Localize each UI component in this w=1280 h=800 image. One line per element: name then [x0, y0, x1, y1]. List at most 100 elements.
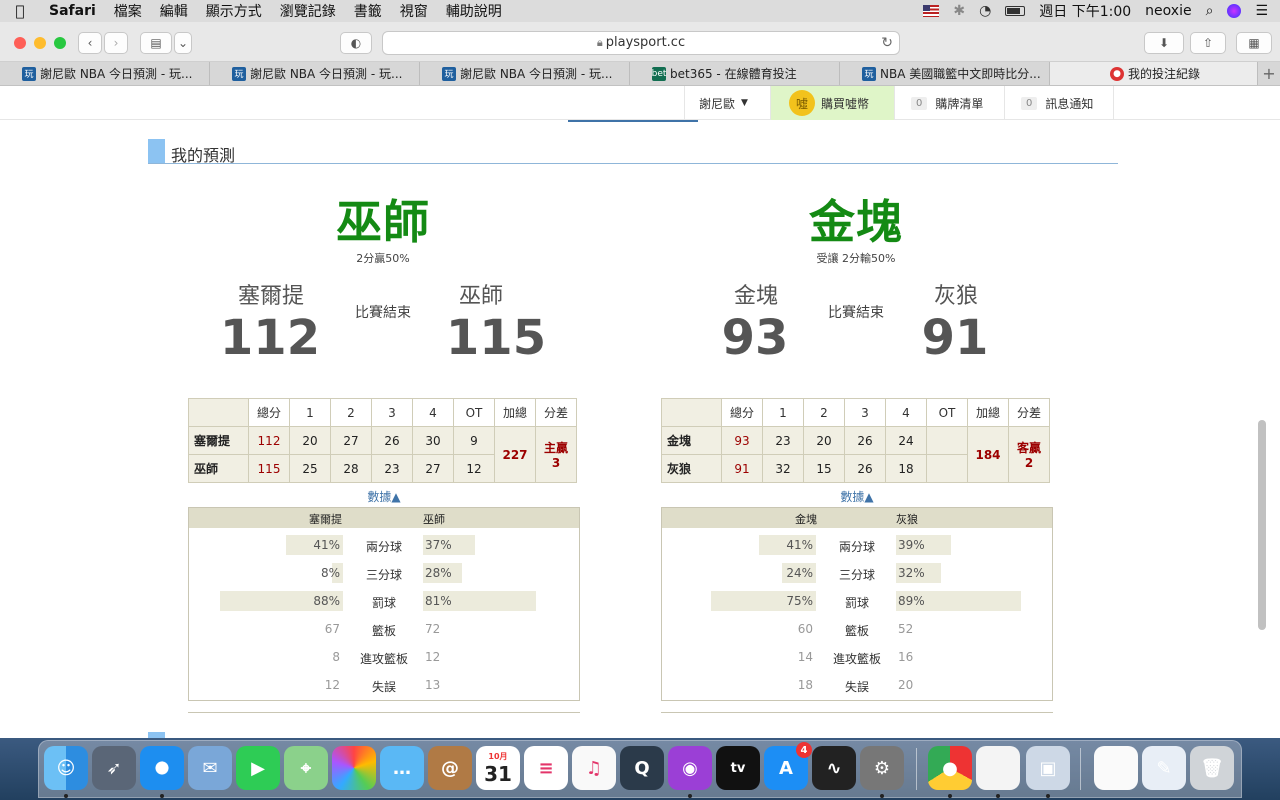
reload-icon[interactable]: ↻ — [881, 32, 893, 54]
us-flag-icon[interactable] — [923, 5, 940, 17]
stat-label: 進攻籃板 — [832, 652, 881, 666]
cart-button[interactable]: 0 購牌清單 — [894, 86, 1004, 120]
menu-app-safari[interactable]: Safari — [40, 3, 105, 19]
calendar-icon[interactable]: 10月 31 — [476, 746, 520, 790]
notifications-button[interactable]: 0 訊息通知 — [1004, 86, 1114, 120]
messages-icon[interactable]: … — [380, 746, 424, 790]
photos-icon[interactable] — [332, 746, 376, 790]
preview-icon[interactable]: ▣ — [1026, 746, 1070, 790]
row-q2: 27 — [330, 426, 372, 455]
browser-tab[interactable]: bet bet365 - 在線體育投注 — [630, 62, 840, 85]
browser-tab[interactable]: 玩謝尼歐 NBA 今日預測 - 玩... — [0, 62, 210, 85]
new-tab-button[interactable]: + — [1258, 62, 1280, 85]
user-menu[interactable]: 謝尼歐 ▼ — [684, 86, 770, 120]
stats-toggle-link[interactable]: 數據▲ — [188, 488, 580, 505]
running-indicator — [688, 794, 692, 798]
buy-coins-button[interactable]: 噓 購買噓幣 — [770, 86, 894, 120]
facetime-icon[interactable]: ▶ — [236, 746, 280, 790]
browser-tab[interactable]: 玩謝尼歐 NBA 今日預測 - 玩... — [420, 62, 630, 85]
maps-icon[interactable]: ⌖ — [284, 746, 328, 790]
stats-row: 24% 三分球 32% — [662, 563, 1052, 583]
downloads-icon[interactable]: ⬇ — [1144, 32, 1184, 54]
tab-overview-icon[interactable]: ▦ — [1236, 32, 1272, 54]
stat-right-value: 28% — [425, 566, 452, 580]
sidebar-menu-chevron-icon[interactable]: ⌄ — [174, 32, 192, 54]
menu-window[interactable]: 視窗 — [391, 1, 437, 21]
menu-history[interactable]: 瀏覽記錄 — [271, 1, 345, 21]
quicktime-icon[interactable]: Q — [620, 746, 664, 790]
browser-tab[interactable]: 玩謝尼歐 NBA 今日預測 - 玩... — [210, 62, 420, 85]
launchpad-icon[interactable]: ➶ — [92, 746, 136, 790]
url-text: playsport.cc — [605, 35, 686, 50]
stat-left-value: 67 — [324, 622, 340, 636]
apple-menu-icon[interactable]:  — [0, 2, 40, 20]
zoom-window-button[interactable] — [54, 37, 66, 49]
notifications-label: 訊息通知 — [1045, 96, 1094, 111]
playsport-favicon-icon: 玩 — [22, 66, 36, 81]
row-total: 91 — [721, 454, 763, 483]
header-ot: OT — [453, 398, 495, 427]
podcasts-icon[interactable]: ◉ — [668, 746, 712, 790]
wifi-icon[interactable]: ◔ — [979, 3, 991, 19]
voice-memos-icon[interactable]: ∿ — [812, 746, 856, 790]
forward-button[interactable]: › — [104, 32, 128, 54]
file-icon[interactable] — [1094, 746, 1138, 790]
back-button[interactable]: ‹ — [78, 32, 102, 54]
row-team: 金塊 — [661, 426, 722, 455]
stat-label: 三分球 — [838, 568, 875, 582]
row-team: 巫師 — [188, 454, 249, 483]
tv-icon[interactable]: tv — [716, 746, 760, 790]
browser-tab[interactable]: 玩 NBA 美國職籃中文即時比分... — [840, 62, 1050, 85]
menu-file[interactable]: 檔案 — [105, 1, 151, 21]
running-indicator — [996, 794, 1000, 798]
minimize-window-button[interactable] — [34, 37, 46, 49]
stats-right-team: 灰狼 — [896, 513, 918, 526]
stat-left-value: 88% — [313, 594, 340, 608]
row-q3: 26 — [844, 426, 886, 455]
stat-right-value: 52 — [898, 622, 914, 636]
close-window-button[interactable] — [14, 37, 26, 49]
spotlight-search-icon[interactable]: ⌕ — [1206, 3, 1214, 19]
row-q4: 27 — [412, 454, 454, 483]
reminders-icon[interactable]: ≡ — [524, 746, 568, 790]
box-score-table: 總分 1 2 3 4 OT 加總 分差 塞爾提 112 20 27 26 30 … — [188, 398, 577, 483]
section-title: 我的預測 — [171, 146, 236, 165]
stats-toggle-link[interactable]: 數據▲ — [661, 488, 1053, 505]
address-bar[interactable]: 🔒︎ playsport.cc ↻ — [382, 31, 900, 55]
document-icon[interactable] — [976, 746, 1020, 790]
menu-view[interactable]: 顯示方式 — [197, 1, 271, 21]
system-preferences-icon[interactable]: ⚙ — [860, 746, 904, 790]
finder-icon[interactable]: ☺ — [44, 746, 88, 790]
header-total: 總分 — [721, 398, 763, 427]
notification-center-icon[interactable]: ☰ — [1255, 3, 1268, 19]
stat-left-value: 60 — [797, 622, 813, 636]
coin-icon: 噓 — [789, 90, 815, 116]
menu-help[interactable]: 輔助說明 — [437, 1, 511, 21]
bluetooth-icon[interactable]: ✱ — [953, 3, 965, 19]
pick-result: 受讓 2分輸50% — [816, 252, 896, 265]
siri-icon[interactable] — [1227, 4, 1242, 18]
trash-icon[interactable]: 🗑 — [1190, 746, 1234, 790]
music-icon[interactable]: ♫ — [572, 746, 616, 790]
share-icon[interactable]: ⇧ — [1190, 32, 1226, 54]
header-q2: 2 — [330, 398, 372, 427]
certificate-icon[interactable]: ✎ — [1142, 746, 1186, 790]
user-name[interactable]: neoxie — [1145, 3, 1191, 19]
contacts-icon[interactable]: @ — [428, 746, 472, 790]
chrome-icon[interactable]: ● — [928, 746, 972, 790]
mail-icon[interactable]: ✉ — [188, 746, 232, 790]
safari-icon[interactable]: ✦ — [140, 746, 184, 790]
privacy-shield-icon[interactable]: ◐ — [340, 32, 372, 54]
stats-panel: 金塊 灰狼 41% 兩分球 39% 24% 三分球 32% 75% 罰球 89% 60 籃板 52 14… — [661, 507, 1053, 701]
menu-bookmarks[interactable]: 書籤 — [345, 1, 391, 21]
battery-icon[interactable] — [1005, 6, 1026, 16]
table-row: 金塊 93 23 20 26 24 184 客贏 2 — [661, 426, 1050, 483]
browser-tab-active[interactable]: ● 我的投注紀錄 — [1050, 62, 1258, 85]
bet365-favicon-icon: bet — [651, 66, 667, 81]
menu-edit[interactable]: 編輯 — [151, 1, 197, 21]
page-scrollbar[interactable] — [1258, 420, 1266, 630]
app-store-icon[interactable]: A4 — [764, 742, 812, 790]
row-total: 115 — [248, 454, 290, 483]
clock[interactable]: 週日 下午1:00 — [1039, 1, 1131, 21]
sidebar-toggle-icon[interactable]: ▤ — [140, 32, 172, 54]
